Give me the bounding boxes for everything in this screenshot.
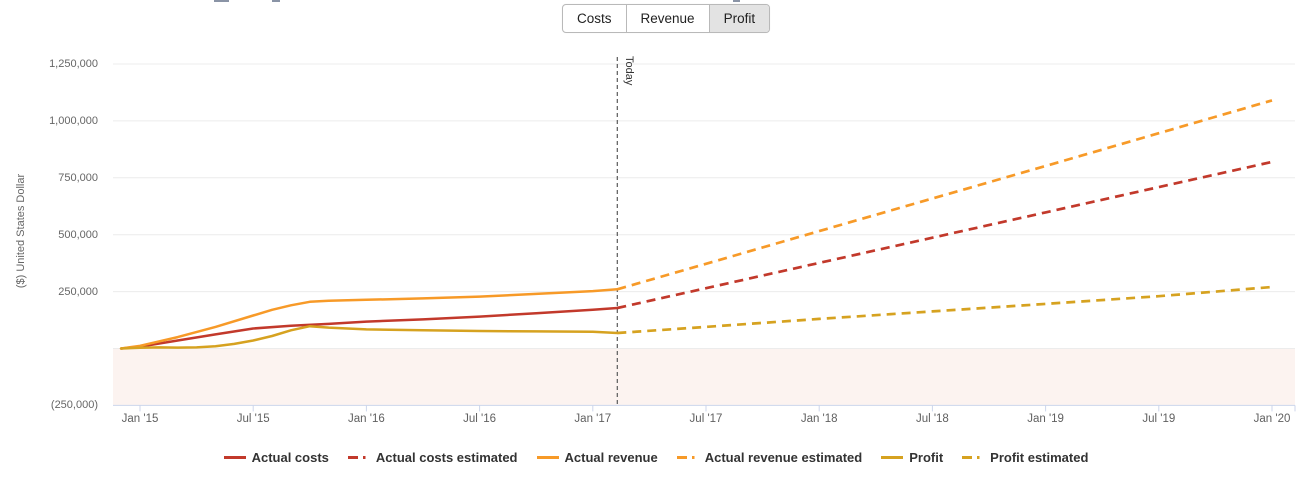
x-axis-label: Jan '20	[1254, 413, 1291, 425]
plot-canvas	[0, 0, 1312, 478]
x-axis-label: Jul '18	[916, 413, 949, 425]
y-axis-label: 750,000	[28, 172, 98, 184]
legend-label: Actual revenue estimated	[705, 450, 863, 465]
y-axis-label: 500,000	[28, 229, 98, 241]
legend-label: Actual costs estimated	[376, 450, 518, 465]
legend-item-actual-costs[interactable]: Actual costs	[224, 450, 329, 465]
chart-area: 1,250,0001,000,000750,000500,000250,000(…	[0, 0, 1312, 478]
x-axis-label: Jan '18	[801, 413, 838, 425]
series-line-actual-revenue-estimated	[617, 100, 1272, 289]
y-axis-title: ($) United States Dollar	[15, 151, 27, 311]
x-axis-label: Jan '16	[348, 413, 385, 425]
legend-marker-dashed-line	[348, 455, 370, 460]
legend-label: Profit	[909, 450, 943, 465]
today-label: Today	[623, 56, 635, 85]
legend-marker-dashed-line	[677, 455, 699, 460]
legend-label: Actual revenue	[565, 450, 658, 465]
legend-marker-solid-line	[224, 455, 246, 460]
profit-chart-widget: CostsRevenueProfit 1,250,0001,000,000750…	[0, 0, 1312, 478]
series-line-profit-estimated	[617, 287, 1272, 333]
y-axis-label: 250,000	[28, 286, 98, 298]
legend-marker-solid-line	[881, 455, 903, 460]
x-axis-label: Jul '16	[463, 413, 496, 425]
legend-label: Profit estimated	[990, 450, 1088, 465]
legend-item-actual-revenue[interactable]: Actual revenue	[537, 450, 658, 465]
legend: Actual costs Actual costs estimated Actual…	[0, 450, 1312, 465]
x-axis-label: Jul '17	[690, 413, 723, 425]
legend-marker-dashed-line	[962, 455, 984, 460]
y-axis-label: (250,000)	[28, 399, 98, 411]
legend-label: Actual costs	[252, 450, 329, 465]
legend-item-profit[interactable]: Profit	[881, 450, 943, 465]
x-axis-label: Jan '15	[122, 413, 159, 425]
x-axis-label: Jul '19	[1142, 413, 1175, 425]
legend-item-actual-costs-estimated[interactable]: Actual costs estimated	[348, 450, 518, 465]
legend-marker-solid-line	[537, 455, 559, 460]
series-line-actual-revenue	[121, 289, 617, 348]
x-axis-label: Jul '15	[237, 413, 270, 425]
x-axis-label: Jan '19	[1027, 413, 1064, 425]
y-axis-label: 1,000,000	[28, 115, 98, 127]
x-axis-label: Jan '17	[574, 413, 611, 425]
negative-plot-band	[113, 349, 1295, 406]
y-axis-label: 1,250,000	[28, 58, 98, 70]
legend-item-actual-revenue-estimated[interactable]: Actual revenue estimated	[677, 450, 863, 465]
legend-item-profit-estimated[interactable]: Profit estimated	[962, 450, 1088, 465]
